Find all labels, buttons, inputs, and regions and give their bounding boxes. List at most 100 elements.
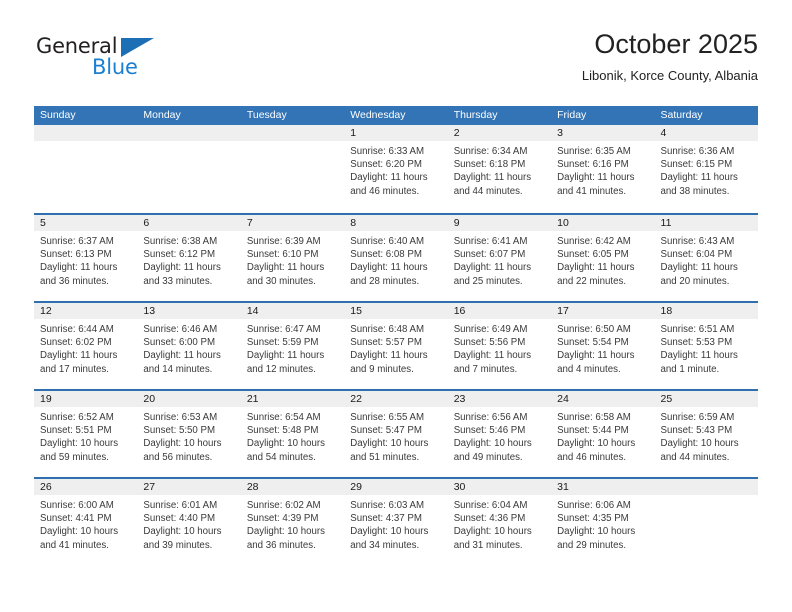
sunset-time: Sunset: 6:07 PM (453, 249, 526, 261)
day-cell[interactable]: 26 Sunrise: 6:00 AM Sunset: 4:41 PM Dayligh… (34, 479, 138, 565)
day-cell[interactable]: 24 Sunrise: 6:58 AM Sunset: 5:44 PM Dayligh… (551, 391, 655, 477)
day-cell[interactable]: 10 Sunrise: 6:42 AM Sunset: 6:05 PM Dayligh… (551, 215, 655, 301)
sunset-time: Sunset: 6:13 PM (40, 249, 112, 261)
daylight-duration-line2: and 41 minutes. (40, 539, 109, 551)
day-details: Sunrise: 6:42 AM Sunset: 6:05 PM Daylight:… (551, 231, 654, 288)
day-cell-empty (654, 479, 758, 565)
day-cell[interactable]: 29 Sunrise: 6:03 AM Sunset: 4:37 PM Dayligh… (344, 479, 448, 565)
day-details: Sunrise: 6:53 AM Sunset: 5:50 PM Daylight:… (137, 407, 240, 464)
sunrise-time: Sunrise: 6:36 AM (660, 146, 735, 157)
sunrise-time: Sunrise: 6:40 AM (350, 236, 425, 247)
day-cell[interactable]: 31 Sunrise: 6:06 AM Sunset: 4:35 PM Dayligh… (551, 479, 655, 565)
day-details: Sunrise: 6:02 AM Sunset: 4:39 PM Daylight:… (241, 495, 344, 552)
calendar-week-row: 5 Sunrise: 6:37 AM Sunset: 6:13 PM Daylight… (34, 213, 758, 301)
day-details: Sunrise: 6:41 AM Sunset: 6:07 PM Daylight:… (448, 231, 551, 288)
day-details: Sunrise: 6:49 AM Sunset: 5:56 PM Daylight:… (448, 319, 551, 376)
day-cell[interactable]: 23 Sunrise: 6:56 AM Sunset: 5:46 PM Dayligh… (447, 391, 552, 477)
day-cell[interactable]: 2 Sunrise: 6:34 AM Sunset: 6:18 PM Daylight… (447, 125, 552, 213)
day-details: Sunrise: 6:46 AM Sunset: 6:00 PM Daylight:… (137, 319, 240, 376)
daylight-duration-line1: Daylight: 10 hours (557, 438, 636, 450)
day-number: 26 (40, 481, 52, 493)
daylight-duration-line1: Daylight: 11 hours (40, 262, 118, 274)
day-cell[interactable]: 1 Sunrise: 6:33 AM Sunset: 6:20 PM Daylight… (344, 125, 448, 213)
sunset-time: Sunset: 6:08 PM (350, 249, 422, 261)
day-number: 28 (246, 481, 259, 493)
day-number: 3 (557, 127, 563, 139)
day-cell[interactable]: 7 Sunrise: 6:39 AM Sunset: 6:10 PM Daylight… (240, 215, 345, 301)
day-cell[interactable]: 28 Sunrise: 6:02 AM Sunset: 4:39 PM Dayligh… (240, 479, 345, 565)
day-cell[interactable]: 9 Sunrise: 6:41 AM Sunset: 6:07 PM Daylight… (447, 215, 552, 301)
day-cell[interactable]: 17 Sunrise: 6:50 AM Sunset: 5:54 PM Dayligh… (551, 303, 655, 389)
weekday-header-tuesday: Tuesday (246, 109, 287, 121)
day-cell[interactable]: 5 Sunrise: 6:37 AM Sunset: 6:13 PM Daylight… (34, 215, 138, 301)
page-title: October 2025 (594, 29, 758, 59)
day-cell[interactable]: 21 Sunrise: 6:54 AM Sunset: 5:48 PM Dayligh… (240, 391, 345, 477)
calendar-week-row: 26 Sunrise: 6:00 AM Sunset: 4:41 PM Dayligh… (34, 477, 758, 565)
daylight-duration-line1: Daylight: 10 hours (246, 526, 325, 538)
sunset-time: Sunset: 6:04 PM (660, 249, 733, 261)
daylight-duration-line2: and 38 minutes. (660, 185, 730, 197)
sunrise-time: Sunrise: 6:37 AM (40, 236, 114, 247)
day-cell[interactable]: 18 Sunrise: 6:51 AM Sunset: 5:53 PM Dayligh… (654, 303, 758, 389)
daylight-duration-line2: and 46 minutes. (350, 185, 420, 197)
daylight-duration-line2: and 31 minutes. (453, 539, 523, 551)
day-number: 16 (453, 305, 466, 317)
day-number-band: 20 (137, 391, 241, 407)
calendar-week-row: 19 Sunrise: 6:52 AM Sunset: 5:51 PM Dayligh… (34, 389, 758, 477)
sunrise-time: Sunrise: 6:33 AM (350, 146, 425, 157)
day-cell-empty (137, 125, 241, 213)
sunset-time: Sunset: 4:41 PM (40, 513, 112, 525)
day-cell[interactable]: 19 Sunrise: 6:52 AM Sunset: 5:51 PM Dayligh… (34, 391, 138, 477)
daylight-duration-line1: Daylight: 10 hours (453, 438, 532, 450)
weekday-header-sunday: Sunday (40, 109, 76, 121)
sunset-time: Sunset: 6:20 PM (350, 159, 422, 171)
day-cell[interactable]: 13 Sunrise: 6:46 AM Sunset: 6:00 PM Dayligh… (137, 303, 241, 389)
title-block: October 2025 Libonik, Korce County, Alba… (582, 28, 758, 84)
weekday-header-row: Sunday Monday Tuesday Wednesday Thursday Frid… (34, 106, 758, 125)
daylight-duration-line2: and 7 minutes. (453, 363, 518, 375)
day-cell[interactable]: 30 Sunrise: 6:04 AM Sunset: 4:36 PM Dayligh… (447, 479, 552, 565)
day-cell[interactable]: 4 Sunrise: 6:36 AM Sunset: 6:15 PM Daylight… (654, 125, 758, 213)
day-cell[interactable]: 11 Sunrise: 6:43 AM Sunset: 6:04 PM Dayligh… (654, 215, 758, 301)
day-cell[interactable]: 27 Sunrise: 6:01 AM Sunset: 4:40 PM Dayligh… (137, 479, 241, 565)
day-details: Sunrise: 6:36 AM Sunset: 6:15 PM Daylight:… (655, 141, 758, 198)
day-number-band: 2 (447, 125, 552, 141)
day-number: 31 (557, 481, 569, 493)
weekday-header-monday: Monday (143, 109, 181, 121)
weekday-header-wednesday: Wednesday (350, 109, 406, 121)
day-cell[interactable]: 16 Sunrise: 6:49 AM Sunset: 5:56 PM Dayligh… (447, 303, 552, 389)
day-number: 15 (350, 305, 362, 317)
day-number: 11 (660, 217, 672, 229)
sunrise-time: Sunrise: 6:42 AM (557, 236, 631, 247)
day-cell[interactable]: 15 Sunrise: 6:48 AM Sunset: 5:57 PM Dayligh… (344, 303, 448, 389)
day-cell[interactable]: 8 Sunrise: 6:40 AM Sunset: 6:08 PM Daylight… (344, 215, 448, 301)
day-cell[interactable]: 3 Sunrise: 6:35 AM Sunset: 6:16 PM Daylight… (551, 125, 655, 213)
daylight-duration-line1: Daylight: 11 hours (453, 350, 532, 362)
day-number-band: 11 (654, 215, 758, 231)
day-cell[interactable]: 22 Sunrise: 6:55 AM Sunset: 5:47 PM Dayligh… (344, 391, 448, 477)
sunrise-time: Sunrise: 6:41 AM (453, 236, 528, 247)
day-number-band: 18 (654, 303, 758, 319)
daylight-duration-line2: and 25 minutes. (453, 275, 523, 287)
general-blue-logo[interactable]: General Blue (34, 34, 254, 94)
sunset-time: Sunset: 4:39 PM (246, 513, 319, 525)
day-cell[interactable]: 20 Sunrise: 6:53 AM Sunset: 5:50 PM Dayligh… (137, 391, 241, 477)
day-number-band: 7 (240, 215, 345, 231)
sunset-time: Sunset: 4:35 PM (557, 513, 629, 525)
sunrise-time: Sunrise: 6:46 AM (143, 324, 218, 335)
day-cell[interactable]: 14 Sunrise: 6:47 AM Sunset: 5:59 PM Dayligh… (240, 303, 345, 389)
calendar-week-row: 1 Sunrise: 6:33 AM Sunset: 6:20 PM Daylight… (34, 125, 758, 213)
day-cell[interactable]: 12 Sunrise: 6:44 AM Sunset: 6:02 PM Dayligh… (34, 303, 138, 389)
day-cell[interactable]: 6 Sunrise: 6:38 AM Sunset: 6:12 PM Daylight… (137, 215, 241, 301)
day-details: Sunrise: 6:47 AM Sunset: 5:59 PM Daylight:… (241, 319, 344, 376)
day-number-band: 24 (551, 391, 655, 407)
daylight-duration-line2: and 51 minutes. (350, 451, 420, 463)
daylight-duration-line1: Daylight: 11 hours (660, 262, 738, 274)
sunrise-time: Sunrise: 6:06 AM (557, 500, 631, 511)
daylight-duration-line2: and 39 minutes. (143, 539, 213, 551)
daylight-duration-line1: Daylight: 11 hours (143, 350, 221, 362)
sunrise-time: Sunrise: 6:03 AM (350, 500, 425, 511)
sunrise-time: Sunrise: 6:35 AM (557, 146, 631, 157)
day-cell[interactable]: 25 Sunrise: 6:59 AM Sunset: 5:43 PM Dayligh… (654, 391, 758, 477)
daylight-duration-line1: Daylight: 10 hours (660, 438, 739, 450)
